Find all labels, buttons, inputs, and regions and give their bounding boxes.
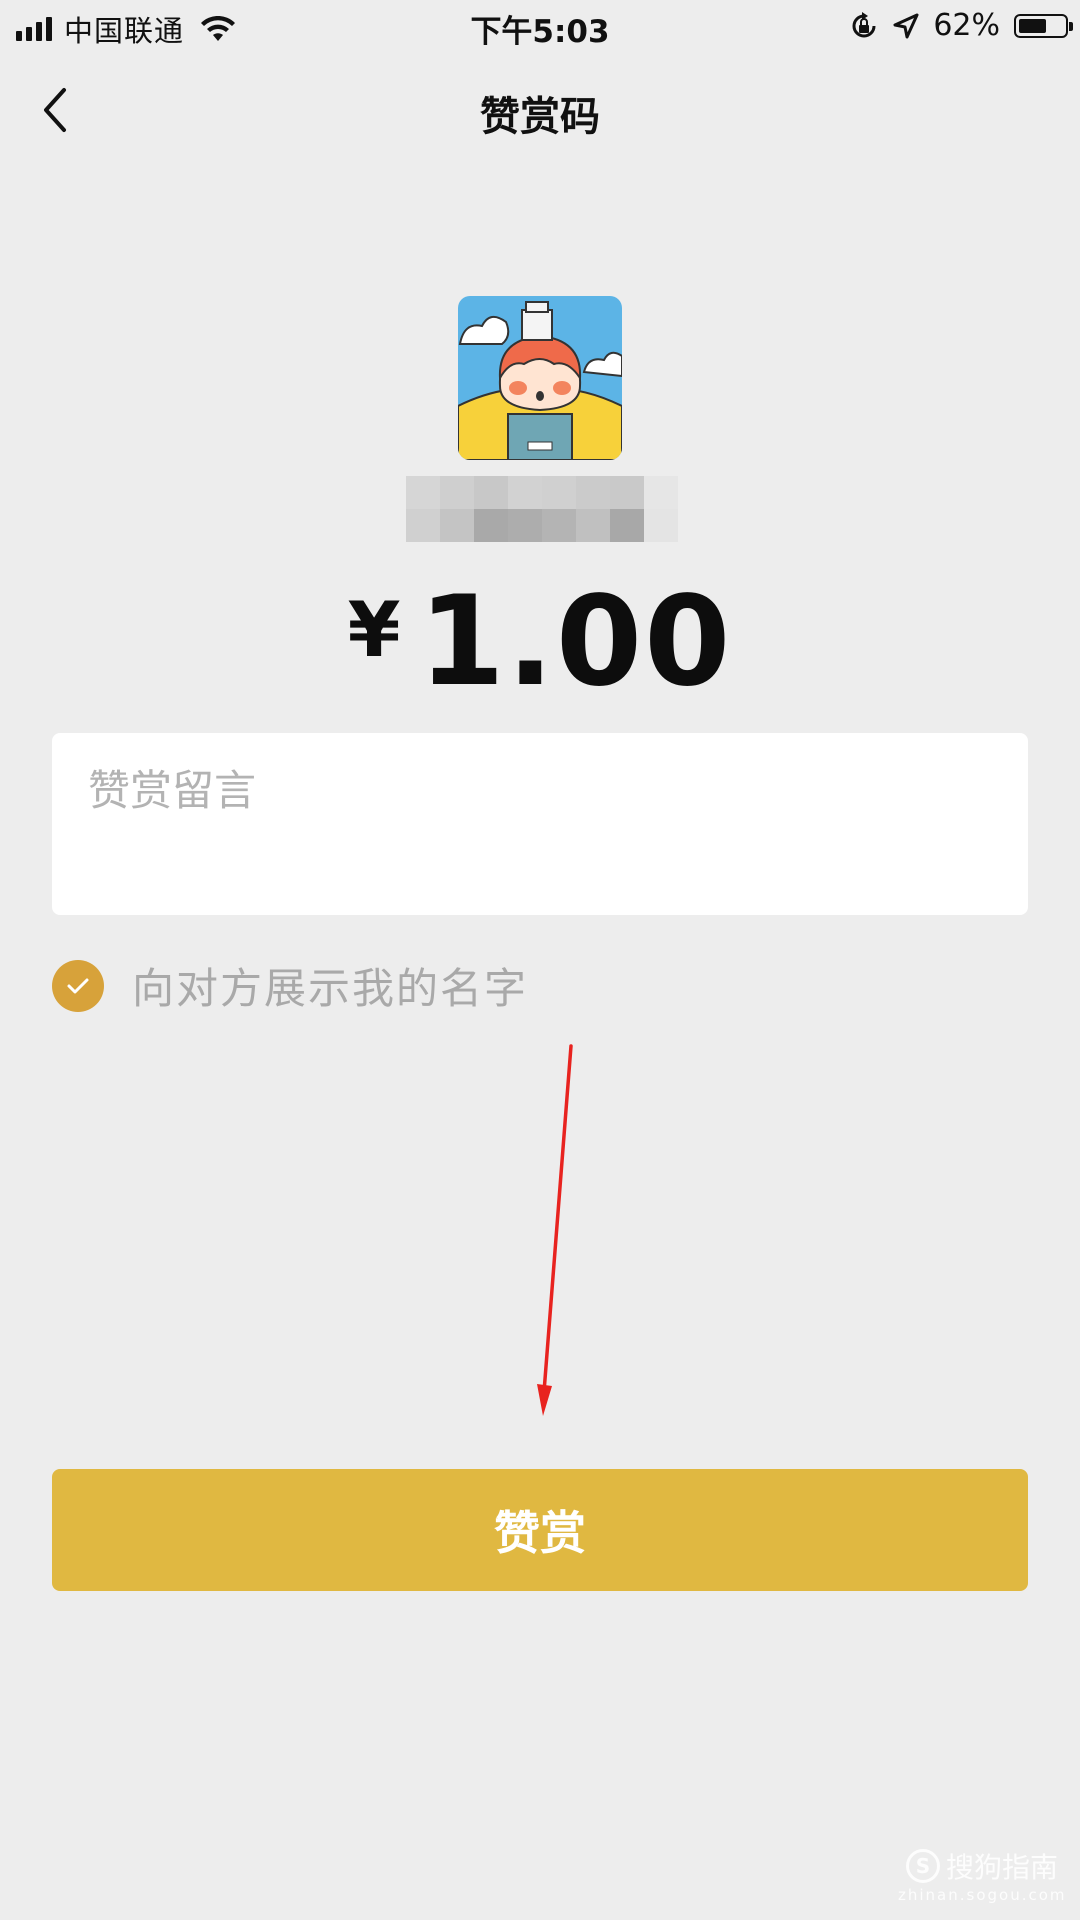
- show-name-checkbox[interactable]: 向对方展示我的名字: [52, 955, 528, 1016]
- nav-bar: 赞赏码: [0, 60, 1080, 160]
- annotation-arrow-icon: [537, 1044, 573, 1416]
- amount-value: 1.00: [418, 570, 733, 714]
- message-input[interactable]: 赞赏留言: [52, 733, 1028, 915]
- currency-symbol: ¥: [347, 585, 401, 674]
- status-right: 62%: [849, 8, 1073, 43]
- rotation-lock-icon: [852, 11, 876, 37]
- reward-button[interactable]: 赞赏: [52, 1469, 1028, 1591]
- watermark-url: zhinan.sogou.com: [898, 1886, 1067, 1904]
- watermark-brand: 搜狗指南: [945, 1851, 1058, 1884]
- watermark: S 搜狗指南 zhinan.sogou.com: [898, 1846, 1067, 1904]
- location-icon: [893, 13, 919, 38]
- status-bar: 中国联通 下午5:03 62%: [0, 0, 1080, 54]
- sogou-logo-icon: S: [905, 1849, 940, 1883]
- battery-icon: [1014, 13, 1073, 38]
- show-name-label: 向对方展示我的名字: [132, 964, 529, 1013]
- avatar: [458, 296, 622, 460]
- reward-amount: ¥1.00: [0, 570, 1080, 714]
- checkmark-icon[interactable]: [52, 959, 104, 1012]
- battery-fill: [1019, 18, 1046, 33]
- message-placeholder: 赞赏留言: [88, 766, 257, 815]
- battery-percent: 62%: [933, 8, 1000, 43]
- page-title: 赞赏码: [480, 94, 600, 140]
- blurred-username: [406, 476, 678, 542]
